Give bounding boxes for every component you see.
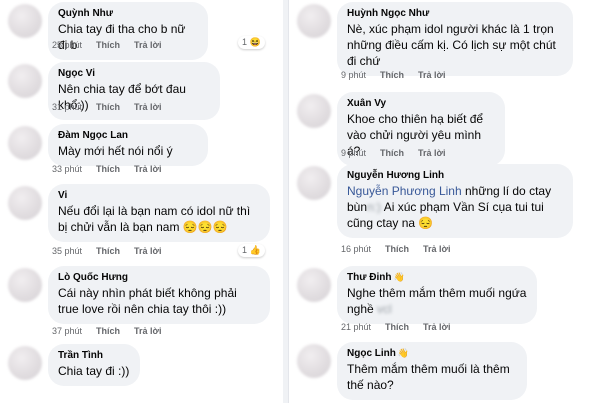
comment-time[interactable]: 31 phút bbox=[52, 102, 82, 112]
waving-hand-badge-icon: 👋 bbox=[393, 272, 405, 282]
commenter-name: Ngọc Linh 👋 bbox=[347, 347, 517, 360]
tagged-user-link[interactable]: Nguyễn Phương Linh bbox=[347, 184, 462, 198]
comment-time[interactable]: 9 phút bbox=[341, 148, 366, 158]
reaction-count: 1 bbox=[242, 37, 248, 47]
commenter-name[interactable]: Huỳnh Ngọc Như bbox=[347, 7, 563, 20]
reaction-count: 1 bbox=[242, 245, 248, 255]
commenter-name[interactable]: Trần Tình bbox=[58, 349, 130, 362]
left-comment-panel: Quỳnh Như Chia tay đi tha cho b nữ đi b … bbox=[0, 0, 284, 403]
avatar[interactable] bbox=[297, 94, 331, 128]
commenter-name[interactable]: Xuân Vy bbox=[347, 97, 495, 110]
censored-text: n:) bbox=[367, 200, 382, 214]
reply-button[interactable]: Trả lời bbox=[134, 102, 161, 112]
comment-actions: 21 phút Thích Trả lời bbox=[341, 322, 464, 332]
comment-bubble: Quỳnh Như Chia tay đi tha cho b nữ đi b bbox=[48, 2, 208, 60]
comment-actions: 25 phút Thích Trả lời bbox=[52, 40, 175, 50]
reply-button[interactable]: Trả lời bbox=[134, 246, 161, 256]
reaction-summary[interactable]: 1 😆 bbox=[238, 36, 265, 49]
laugh-reaction-icon: 😆 bbox=[249, 37, 261, 47]
reaction-summary[interactable]: 1 👍 bbox=[238, 244, 265, 257]
reply-button[interactable]: Trả lời bbox=[418, 70, 445, 80]
comment-text: Nè, xúc phạm idol người khác là 1 trọn n… bbox=[347, 22, 556, 68]
comment-actions: 9 phút Thích Trả lời bbox=[341, 148, 459, 158]
reply-button[interactable]: Trả lời bbox=[423, 244, 450, 254]
comment-text-part: Nghe thêm mắm thêm muối ngứa nghề bbox=[347, 286, 527, 316]
comment-bubble: Nguyễn Hương Linh Nguyễn Phương Linh nhữ… bbox=[337, 164, 573, 238]
avatar[interactable] bbox=[297, 268, 331, 302]
comment-bubble: Lò Quốc Hưng Cái này nhìn phát biết khôn… bbox=[48, 266, 270, 324]
commenter-name[interactable]: Quỳnh Như bbox=[58, 7, 198, 20]
avatar[interactable] bbox=[8, 64, 42, 98]
like-button[interactable]: Thích bbox=[96, 40, 120, 50]
avatar[interactable] bbox=[8, 126, 42, 160]
like-button[interactable]: Thích bbox=[96, 326, 120, 336]
comment-time[interactable]: 9 phút bbox=[341, 70, 366, 80]
right-comment-panel: Huỳnh Ngọc Như Nè, xúc phạm idol người k… bbox=[288, 0, 600, 403]
like-button[interactable]: Thích bbox=[380, 148, 404, 158]
comment-actions: 33 phút Thích Trả lời bbox=[52, 164, 175, 174]
comment-bubble: Trần Tình Chia tay đi :)) bbox=[48, 344, 140, 386]
comment-actions: 35 phút Thích Trả lời bbox=[52, 246, 175, 256]
reply-button[interactable]: Trả lời bbox=[418, 148, 445, 158]
like-button[interactable]: Thích bbox=[385, 244, 409, 254]
comment-actions: 31 phút Thích Trả lời bbox=[52, 102, 175, 112]
comment-actions: 16 phút Thích Trả lời bbox=[341, 244, 464, 254]
comment-time[interactable]: 33 phút bbox=[52, 164, 82, 174]
commenter-name: Thư Đinh 👋 bbox=[347, 271, 527, 284]
censored-text: vcl bbox=[377, 302, 392, 316]
commenter-name-text[interactable]: Ngọc Linh bbox=[347, 348, 396, 359]
comment-bubble: Đàm Ngọc Lan Mày mới hết nói nổi ý bbox=[48, 124, 208, 166]
commenter-name[interactable]: Nguyễn Hương Linh bbox=[347, 169, 563, 182]
like-button[interactable]: Thích bbox=[96, 102, 120, 112]
avatar[interactable] bbox=[297, 344, 331, 378]
comment-text: Nghe thêm mắm thêm muối ngứa nghề vcl bbox=[347, 285, 527, 317]
commenter-name[interactable]: Đàm Ngọc Lan bbox=[58, 129, 198, 142]
comment-time[interactable]: 35 phút bbox=[52, 246, 82, 256]
comment-text: Nguyễn Phương Linh những lí do ctay bùnn… bbox=[347, 183, 563, 231]
reply-button[interactable]: Trả lời bbox=[134, 40, 161, 50]
avatar[interactable] bbox=[8, 346, 42, 380]
comment-actions: 9 phút Thích Trả lời bbox=[341, 70, 459, 80]
avatar[interactable] bbox=[297, 4, 331, 38]
reply-button[interactable]: Trả lời bbox=[423, 322, 450, 332]
like-reaction-icon: 👍 bbox=[249, 245, 261, 255]
comment-time[interactable]: 21 phút bbox=[341, 322, 371, 332]
avatar[interactable] bbox=[297, 166, 331, 200]
comment-bubble: Huỳnh Ngọc Như Nè, xúc phạm idol người k… bbox=[337, 2, 573, 76]
avatar[interactable] bbox=[8, 268, 42, 302]
comment-actions: 37 phút Thích Trả lời bbox=[52, 326, 175, 336]
like-button[interactable]: Thích bbox=[385, 322, 409, 332]
comment-text: Mày mới hết nói nổi ý bbox=[58, 144, 173, 158]
reply-button[interactable]: Trả lời bbox=[134, 326, 161, 336]
avatar[interactable] bbox=[8, 4, 42, 38]
comment-time[interactable]: 16 phút bbox=[341, 244, 371, 254]
comment-text-part: những lí do ctay bbox=[461, 184, 552, 198]
comment-text: Cái này nhìn phát biết không phải true l… bbox=[58, 286, 237, 316]
comment-time[interactable]: 37 phút bbox=[52, 326, 82, 336]
commenter-name[interactable]: Lò Quốc Hưng bbox=[58, 271, 260, 284]
comment-text-part: bùn bbox=[347, 200, 368, 214]
commenter-name[interactable]: Vi bbox=[58, 189, 260, 202]
like-button[interactable]: Thích bbox=[96, 164, 120, 174]
like-button[interactable]: Thích bbox=[96, 246, 120, 256]
commenter-name[interactable]: Ngọc Vi bbox=[58, 67, 210, 80]
commenter-name-text[interactable]: Thư Đinh bbox=[347, 272, 391, 283]
like-button[interactable]: Thích bbox=[380, 70, 404, 80]
comment-text: Nếu đổi lại là bạn nam có idol nữ thì bị… bbox=[58, 204, 251, 234]
comment-bubble: Vi Nếu đổi lại là bạn nam có idol nữ thì… bbox=[48, 184, 270, 242]
reply-button[interactable]: Trả lời bbox=[134, 164, 161, 174]
comment-bubble: Ngọc Linh 👋 Thêm mắm thêm muối là thêm th… bbox=[337, 342, 527, 400]
comment-text: Chia tay đi :)) bbox=[58, 364, 130, 378]
comment-time[interactable]: 25 phút bbox=[52, 40, 82, 50]
comment-text: Thêm mắm thêm muối là thêm thế nào? bbox=[347, 362, 510, 392]
waving-hand-badge-icon: 👋 bbox=[397, 348, 410, 358]
comment-bubble: Thư Đinh 👋 Nghe thêm mắm thêm muối ngứa n… bbox=[337, 266, 537, 324]
avatar[interactable] bbox=[8, 186, 42, 220]
